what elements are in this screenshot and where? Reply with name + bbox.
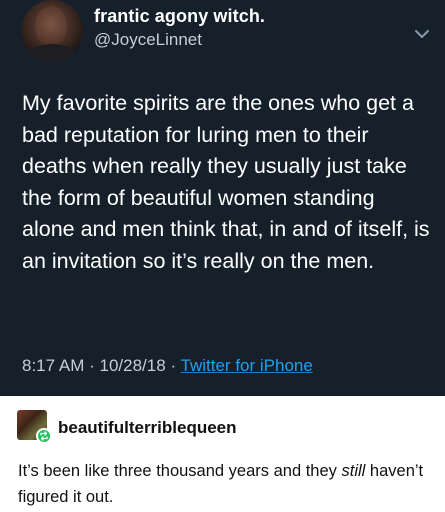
tweet-handle[interactable]: @JoyceLinnet: [94, 30, 202, 50]
chevron-down-icon[interactable]: [412, 24, 432, 44]
tweet-source-link[interactable]: Twitter for iPhone: [181, 356, 313, 375]
reply-text-emphasis: still: [341, 462, 366, 480]
tweet-display-name[interactable]: frantic agony witch.: [94, 6, 265, 27]
reply-text: It’s been like three thousand years and …: [18, 458, 438, 510]
reply-username[interactable]: beautifulterriblequeen: [58, 418, 237, 438]
reblog-icon: [36, 428, 52, 444]
meta-separator: ·: [89, 356, 95, 375]
tweet-time: 8:17 AM: [22, 356, 85, 375]
meta-separator: ·: [170, 356, 177, 375]
tweet-card: frantic agony witch. @JoyceLinnet My fav…: [0, 0, 445, 396]
tweet-author-avatar[interactable]: [21, 0, 83, 62]
reply-text-part: It’s been like three thousand years and …: [18, 462, 342, 480]
avatar-shoulders: [25, 44, 79, 62]
tweet-date: 10/28/18: [99, 356, 166, 375]
avatar-face: [35, 6, 67, 46]
tweet-text: My favorite spirits are the ones who get…: [22, 91, 430, 273]
tweet-meta: 8:17 AM · 10/28/18 · Twitter for iPhone: [22, 356, 313, 376]
